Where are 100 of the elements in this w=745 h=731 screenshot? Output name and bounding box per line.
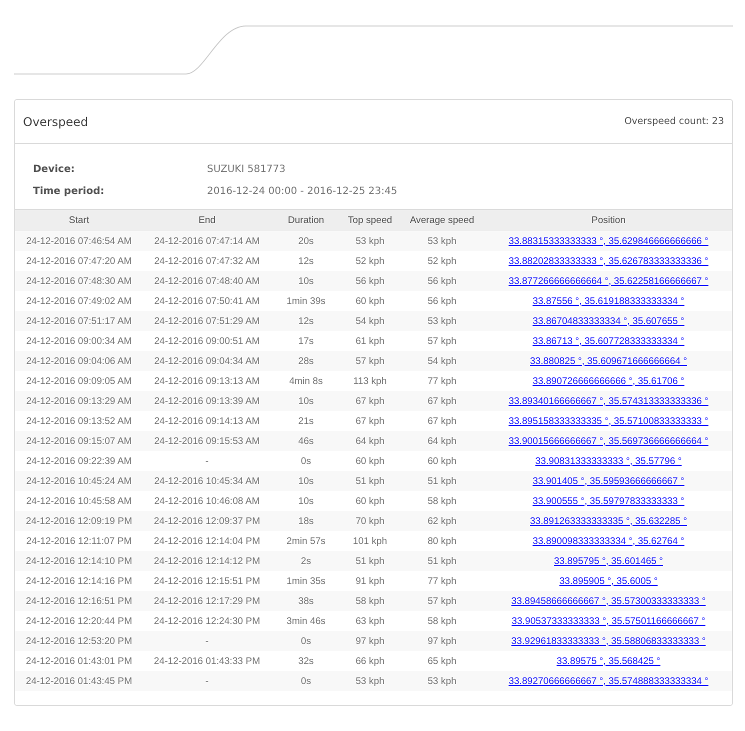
table-cell: 24-12-2016 07:46:54 AM xyxy=(15,231,143,251)
table-cell: 60 kph xyxy=(399,451,485,471)
position-link[interactable]: 33.900555 °, 35.59797833333333 ° xyxy=(532,496,684,506)
table-cell: 24-12-2016 12:11:07 PM xyxy=(15,531,143,551)
position-link[interactable]: 33.89458666666667 °, 35.57300333333333 ° xyxy=(511,596,706,606)
table-cell: 77 kph xyxy=(399,371,485,391)
position-link[interactable]: 33.87556 °, 35.619188333333334 ° xyxy=(532,296,684,306)
table-cell: 91 kph xyxy=(341,571,399,591)
table-cell: 53 kph xyxy=(399,311,485,331)
table-cell: 24-12-2016 07:50:41 AM xyxy=(143,291,271,311)
table-cell: 60 kph xyxy=(341,491,399,511)
position-link[interactable]: 33.88315333333333 °, 35.629846666666666 ° xyxy=(508,236,708,246)
table-cell: 101 kph xyxy=(341,531,399,551)
table-cell: 53 kph xyxy=(399,671,485,691)
table-cell: 24-12-2016 01:43:01 PM xyxy=(15,651,143,671)
table-cell: 52 kph xyxy=(341,251,399,271)
table-cell: 24-12-2016 09:14:13 AM xyxy=(143,411,271,431)
table-cell: 32s xyxy=(271,651,341,671)
info-value: 2016-12-24 00:00 - 2016-12-25 23:45 xyxy=(207,186,398,197)
table-cell: - xyxy=(143,451,271,471)
position-link[interactable]: 33.89340166666667 °, 35.574313333333336 ° xyxy=(508,396,708,406)
table-cell: 24-12-2016 07:48:30 AM xyxy=(15,271,143,291)
table-cell: 62 kph xyxy=(399,511,485,531)
table-cell: 24-12-2016 12:20:44 PM xyxy=(15,611,143,631)
table-cell: 24-12-2016 12:17:29 PM xyxy=(143,591,271,611)
table-cell: 24-12-2016 09:09:05 AM xyxy=(15,371,143,391)
table-cell: 97 kph xyxy=(341,631,399,651)
table-cell: 97 kph xyxy=(399,631,485,651)
table-cell: 24-12-2016 07:47:14 AM xyxy=(143,231,271,251)
table-cell: 20s xyxy=(271,231,341,251)
table-cell: 24-12-2016 09:04:34 AM xyxy=(143,351,271,371)
table-cell: 24-12-2016 07:51:29 AM xyxy=(143,311,271,331)
table-cell: 63 kph xyxy=(341,611,399,631)
table-cell: 24-12-2016 09:00:34 AM xyxy=(15,331,143,351)
table-cell: 57 kph xyxy=(399,331,485,351)
table-cell: 1min 35s xyxy=(271,571,341,591)
table-cell: 56 kph xyxy=(399,291,485,311)
table-cell: 24-12-2016 12:14:16 PM xyxy=(15,571,143,591)
table-cell: 24-12-2016 09:13:39 AM xyxy=(143,391,271,411)
info-label: Device: xyxy=(33,164,76,175)
table-cell: 24-12-2016 09:00:51 AM xyxy=(143,331,271,351)
table-cell: 65 kph xyxy=(399,651,485,671)
table-cell: 24-12-2016 07:51:17 AM xyxy=(15,311,143,331)
table-cell: 53 kph xyxy=(341,231,399,251)
table-cell: 0s xyxy=(271,671,341,691)
position-link[interactable]: 33.89270666666667 °, 35.574888333333334 ° xyxy=(508,676,708,686)
overspeed-count: Overspeed count: 23 xyxy=(624,116,724,127)
position-link[interactable]: 33.90831333333333 °, 35.57796 ° xyxy=(535,456,682,466)
position-link[interactable]: 33.86713 °, 35.607728333333334 ° xyxy=(532,336,684,346)
table-cell: 24-12-2016 10:45:34 AM xyxy=(143,471,271,491)
table-cell: 17s xyxy=(271,331,341,351)
position-link[interactable]: 33.89575 °, 35.568425 ° xyxy=(556,656,660,666)
position-link[interactable]: 33.891263333333335 °, 35.632285 ° xyxy=(530,516,688,526)
table-cell: 66 kph xyxy=(341,651,399,671)
table-cell: 54 kph xyxy=(341,311,399,331)
table-cell: 24-12-2016 10:46:08 AM xyxy=(143,491,271,511)
table-cell: 1min 39s xyxy=(271,291,341,311)
position-link[interactable]: 33.92961833333333 °, 35.58806833333333 ° xyxy=(511,636,706,646)
position-link[interactable]: 33.880825 °, 35.609671666666664 ° xyxy=(530,356,688,366)
position-link[interactable]: 33.895905 °, 35.6005 ° xyxy=(559,576,658,586)
column-header: Duration xyxy=(271,210,341,231)
table-cell: 24-12-2016 07:48:40 AM xyxy=(143,271,271,291)
table-cell: 53 kph xyxy=(399,231,485,251)
position-link[interactable]: 33.90537333333333 °, 35.57501166666667 ° xyxy=(512,616,706,626)
table-cell: 67 kph xyxy=(399,391,485,411)
table-cell: 18s xyxy=(271,511,341,531)
position-link[interactable]: 33.90015666666667 °, 35.569736666666664 ° xyxy=(508,436,708,446)
table-cell: 70 kph xyxy=(341,511,399,531)
table-cell: - xyxy=(143,631,271,651)
info-label: Time period: xyxy=(33,186,106,197)
table-cell: 56 kph xyxy=(341,271,399,291)
table-cell: 53 kph xyxy=(341,671,399,691)
table-cell: 10s xyxy=(271,271,341,291)
table-cell: 24-12-2016 12:15:51 PM xyxy=(143,571,271,591)
table-cell: 24-12-2016 09:15:53 AM xyxy=(143,431,271,451)
table-cell: 4min 8s xyxy=(271,371,341,391)
table-cell: 24-12-2016 09:04:06 AM xyxy=(15,351,143,371)
table-cell: 24-12-2016 12:09:37 PM xyxy=(143,511,271,531)
table-cell: 58 kph xyxy=(399,611,485,631)
position-link[interactable]: 33.86704833333334 °, 35.607655 ° xyxy=(532,316,684,326)
table-cell: 24-12-2016 09:13:13 AM xyxy=(143,371,271,391)
position-link[interactable]: 33.901405 °, 35.59593666666667 ° xyxy=(532,476,684,486)
position-link[interactable]: 33.88202833333333 °, 35.626783333333336 ° xyxy=(508,256,708,266)
table-cell: 67 kph xyxy=(341,391,399,411)
table-cell: 2min 57s xyxy=(271,531,341,551)
position-link[interactable]: 33.895158333333335 °, 35.57100833333333 ° xyxy=(508,416,708,426)
position-link[interactable]: 33.877266666666664 °, 35.62258166666667 ° xyxy=(508,276,708,286)
position-link[interactable]: 33.890098333333334 °, 35.62764 ° xyxy=(532,536,684,546)
table-cell: 24-12-2016 12:53:20 PM xyxy=(15,631,143,651)
table-cell: 51 kph xyxy=(341,551,399,571)
table-cell: 51 kph xyxy=(399,471,485,491)
table-cell: 24-12-2016 10:45:24 AM xyxy=(15,471,143,491)
position-link[interactable]: 33.895795 °, 35.601465 ° xyxy=(554,556,664,566)
table-cell: 24-12-2016 09:13:52 AM xyxy=(15,411,143,431)
position-link[interactable]: 33.890726666666666 °, 35.61706 ° xyxy=(532,376,684,386)
table-cell: 77 kph xyxy=(399,571,485,591)
table-cell: 28s xyxy=(271,351,341,371)
table-cell: 38s xyxy=(271,591,341,611)
table-cell: 64 kph xyxy=(341,431,399,451)
table-cell: 58 kph xyxy=(399,491,485,511)
